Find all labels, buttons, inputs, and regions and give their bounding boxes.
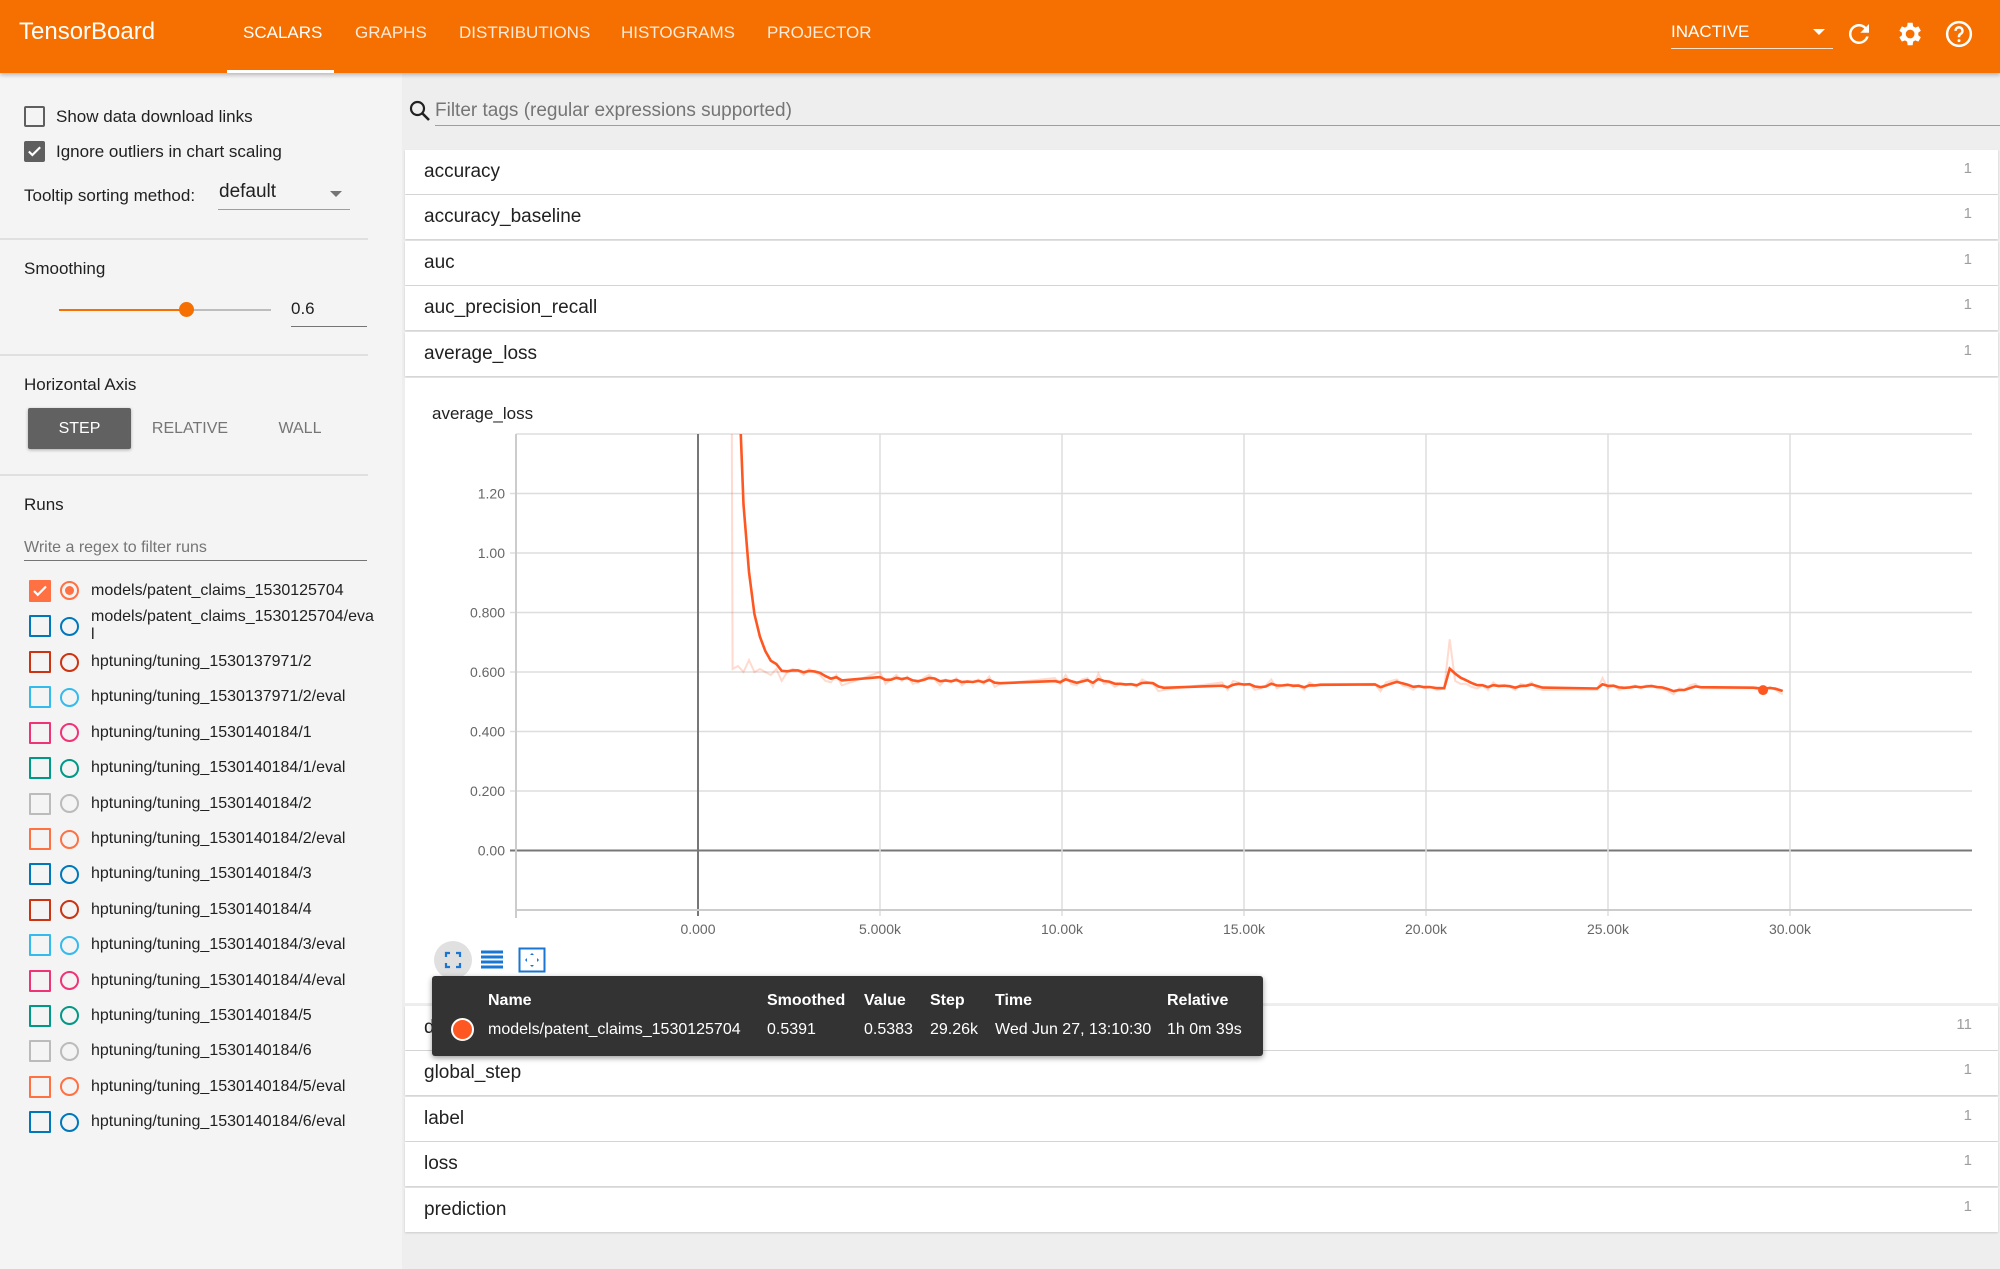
help-icon[interactable] xyxy=(1944,19,1974,49)
tag-count: 1 xyxy=(1963,1107,1972,1124)
run-name: hptuning/tuning_1530140184/5/eval xyxy=(91,1077,346,1095)
tag-label: global_step xyxy=(424,1062,522,1083)
run-radio[interactable] xyxy=(60,1041,79,1061)
active-tab-indicator xyxy=(227,70,334,73)
tag-label: loss xyxy=(424,1153,458,1174)
y-tick-label: 0.200 xyxy=(470,783,505,799)
tooltip-smoothed: 0.5391 xyxy=(767,1021,816,1038)
x-tick-label: 30.00k xyxy=(1769,921,1812,937)
run-radio[interactable] xyxy=(60,1077,79,1097)
x-tick-label: 20.00k xyxy=(1405,921,1448,937)
x-tick-label: 0.000 xyxy=(680,921,715,937)
logo: TensorBoard xyxy=(19,18,156,45)
run-checkbox[interactable] xyxy=(29,1075,51,1098)
tooltip-header-relative: Relative xyxy=(1167,992,1229,1009)
tab-distributions[interactable]: DISTRIBUTIONS xyxy=(459,23,590,43)
run-item[interactable]: hptuning/tuning_1530140184/5/eval xyxy=(0,1069,402,1104)
tab-scalars[interactable]: SCALARS xyxy=(243,23,322,43)
tooltip-relative: 1h 0m 39s xyxy=(1167,1021,1242,1038)
raw-series-line xyxy=(730,434,1784,696)
run-checkbox[interactable] xyxy=(29,1040,51,1063)
tooltip-header-name: Name xyxy=(488,992,532,1009)
tooltip-run-name: models/patent_claims_1530125704 xyxy=(488,1021,741,1038)
tag-count: 1 xyxy=(1963,1198,1972,1215)
y-tick-label: 1.00 xyxy=(478,545,505,561)
run-item[interactable]: hptuning/tuning_1530140184/6 xyxy=(0,1034,402,1069)
chart-plot[interactable]: 0.00 0.200 0.400 0.600 0.800 1.00 1.20 0.000 5.0… xyxy=(0,0,2000,1000)
tooltip-header-step: Step xyxy=(930,992,965,1009)
tooltip-header-smoothed: Smoothed xyxy=(767,992,846,1009)
run-name: hptuning/tuning_1530140184/5 xyxy=(91,1006,312,1024)
run-name: hptuning/tuning_1530140184/6 xyxy=(91,1042,312,1060)
inactive-dashboards-select[interactable]: INACTIVE xyxy=(1671,22,1833,49)
run-checkbox[interactable] xyxy=(29,1111,51,1134)
tag-label: prediction xyxy=(424,1199,507,1220)
tag-row-prediction[interactable]: prediction 1 xyxy=(405,1188,1998,1232)
chart-tooltip: Name Smoothed Value Step Time Relative m… xyxy=(432,976,1263,1056)
tag-count: 1 xyxy=(1963,1061,1972,1078)
x-tick-label: 15.00k xyxy=(1223,921,1266,937)
y-tick-label: 1.20 xyxy=(478,486,505,502)
tooltip-header-time: Time xyxy=(995,992,1033,1009)
run-radio[interactable] xyxy=(60,1112,79,1132)
hover-point-marker xyxy=(1758,685,1769,696)
tag-count: 1 xyxy=(1963,1152,1972,1169)
tag-row-global-step[interactable]: global_step 1 xyxy=(405,1051,1998,1095)
tag-count: 11 xyxy=(1956,1016,1972,1033)
y-tick-label: 0.600 xyxy=(470,664,505,680)
run-name: hptuning/tuning_1530140184/6/eval xyxy=(91,1113,346,1131)
run-checkbox[interactable] xyxy=(29,1004,51,1027)
gear-icon[interactable] xyxy=(1894,19,1924,49)
run-item[interactable]: hptuning/tuning_1530140184/5 xyxy=(0,998,402,1033)
top-bar: TensorBoard SCALARS GRAPHS DISTRIBUTIONS… xyxy=(0,0,2000,73)
tooltip-step: 29.26k xyxy=(930,1021,979,1038)
x-tick-label: 25.00k xyxy=(1587,921,1630,937)
caret-down-icon xyxy=(1813,29,1825,35)
tooltip-value: 0.5383 xyxy=(864,1021,913,1038)
x-tick-label: 10.00k xyxy=(1041,921,1084,937)
smoothed-series-line xyxy=(739,434,1784,693)
tag-row-label[interactable]: label 1 xyxy=(405,1097,1998,1141)
refresh-icon[interactable] xyxy=(1844,19,1874,49)
run-item[interactable]: hptuning/tuning_1530140184/6/eval xyxy=(0,1104,402,1139)
tag-label: label xyxy=(424,1108,465,1129)
inactive-select-value: INACTIVE xyxy=(1671,22,1750,41)
y-tick-label: 0.400 xyxy=(470,724,505,740)
y-tick-label: 0.800 xyxy=(470,605,505,621)
tab-projector[interactable]: PROJECTOR xyxy=(767,23,872,43)
y-tick-label: 0.00 xyxy=(478,843,505,859)
tooltip-time: Wed Jun 27, 13:10:30 xyxy=(995,1021,1152,1038)
tag-row-loss[interactable]: loss 1 xyxy=(405,1142,1998,1186)
run-color-dot xyxy=(451,1018,474,1041)
tooltip-header-value: Value xyxy=(864,992,906,1009)
run-radio[interactable] xyxy=(60,1006,79,1026)
x-tick-label: 5.000k xyxy=(859,921,902,937)
tab-histograms[interactable]: HISTOGRAMS xyxy=(621,23,735,43)
tab-graphs[interactable]: GRAPHS xyxy=(355,23,427,43)
